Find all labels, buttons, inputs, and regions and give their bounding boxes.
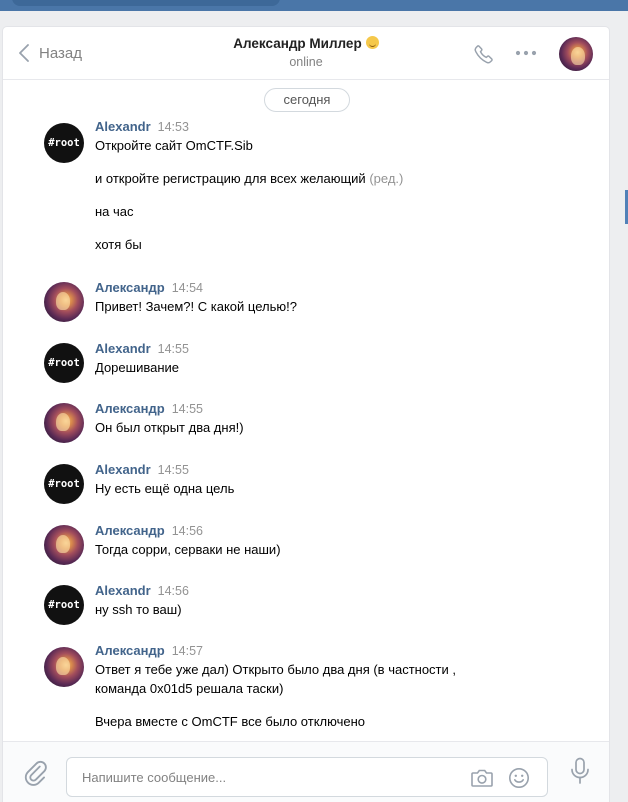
root-avatar-text: #root (48, 478, 80, 490)
author-name[interactable]: Александр (95, 523, 165, 538)
message-time: 14:55 (157, 463, 189, 477)
message-text: Привет! Зачем?! С какой целью!? (95, 299, 297, 314)
message-text: Откройте сайт OmCTF.Sib (95, 138, 253, 153)
author-name[interactable]: Alexandr (95, 462, 151, 477)
author-name[interactable]: Александр (95, 401, 165, 416)
message-time: 14:53 (157, 120, 189, 134)
message-text: хотя бы (95, 237, 142, 252)
message-author[interactable]: Александр 14:57 (95, 643, 203, 658)
call-button[interactable] (473, 43, 495, 70)
root-avatar-text: #root (48, 599, 80, 611)
message-time: 14:56 (171, 524, 203, 538)
message-text: Ответ я тебе уже дал) Открыто было два д… (95, 662, 456, 677)
message-input[interactable]: Напишите сообщение... (66, 757, 548, 797)
avatar[interactable] (44, 525, 84, 565)
message-author[interactable]: Alexandr 14:56 (95, 583, 189, 598)
more-dots-icon (515, 50, 537, 56)
message-author[interactable]: Alexandr 14:55 (95, 341, 189, 356)
message-author[interactable]: Alexandr 14:55 (95, 462, 189, 477)
more-options-button[interactable] (514, 46, 538, 65)
avatar[interactable]: #root (44, 585, 84, 625)
root-avatar-text: #root (48, 137, 80, 149)
message-text: и откройте регистрацию для всех желающий (95, 171, 366, 186)
camera-button[interactable] (470, 768, 494, 793)
message-text: Дорешивание (95, 360, 179, 375)
phone-icon (474, 45, 493, 64)
avatar[interactable]: #root (44, 343, 84, 383)
message-text: Он был открыт два дня!) (95, 420, 244, 435)
message-time: 14:57 (171, 644, 203, 658)
author-name[interactable]: Alexandr (95, 583, 151, 598)
date-separator: сегодня (264, 88, 350, 112)
message-author[interactable]: Александр 14:55 (95, 401, 203, 416)
edited-label: (ред.) (369, 171, 404, 186)
top-navigation-bar (0, 0, 628, 11)
message-time: 14:55 (171, 402, 203, 416)
voice-message-button[interactable] (569, 757, 591, 790)
avatar[interactable]: #root (44, 123, 84, 163)
root-avatar-text: #root (48, 357, 80, 369)
smiley-icon (509, 768, 529, 788)
author-name[interactable]: Александр (95, 280, 165, 295)
message-list[interactable]: #root Alexandr 14:53 Откройте сайт OmCTF.… (3, 113, 609, 743)
message-author[interactable]: Александр 14:56 (95, 523, 203, 538)
message-text: Вчера вместе с OmCTF все было отключено (95, 714, 365, 729)
message-text: команда 0x01d5 решала таски) (95, 681, 284, 696)
contact-avatar[interactable] (559, 37, 593, 71)
message-time: 14:56 (157, 584, 189, 598)
search-bar-edge (12, 0, 280, 6)
author-name[interactable]: Александр (95, 643, 165, 658)
microphone-icon (571, 757, 589, 784)
avatar[interactable]: #root (44, 464, 84, 504)
message-input-placeholder: Напишите сообщение... (82, 770, 227, 785)
message-text: Тогда сорри, серваки не наши) (95, 542, 281, 557)
attach-button[interactable] (23, 759, 49, 792)
message-time: 14:55 (157, 342, 189, 356)
author-name[interactable]: Alexandr (95, 341, 151, 356)
camera-icon (471, 769, 493, 787)
message-author[interactable]: Александр 14:54 (95, 280, 203, 295)
avatar[interactable] (44, 282, 84, 322)
emoji-button[interactable] (508, 767, 530, 794)
message-text-edited: и откройте регистрацию для всех желающий… (95, 170, 403, 188)
message-text: ну ssh то ваш) (95, 602, 182, 617)
smiley-emoji-icon (365, 36, 379, 49)
message-text: на час (95, 204, 134, 219)
paperclip-icon (24, 760, 47, 786)
chat-window: Назад Александр Миллер online сегодня #r… (3, 27, 609, 802)
message-text: Ну есть ещё одна цель (95, 481, 235, 496)
contact-name: Александр Миллер (233, 36, 362, 51)
message-time: 14:54 (171, 281, 203, 295)
avatar[interactable] (44, 403, 84, 443)
chat-header: Назад Александр Миллер online (3, 27, 609, 80)
avatar[interactable] (44, 647, 84, 687)
message-author[interactable]: Alexandr 14:53 (95, 119, 189, 134)
author-name[interactable]: Alexandr (95, 119, 151, 134)
message-composer: Напишите сообщение... (3, 741, 609, 802)
